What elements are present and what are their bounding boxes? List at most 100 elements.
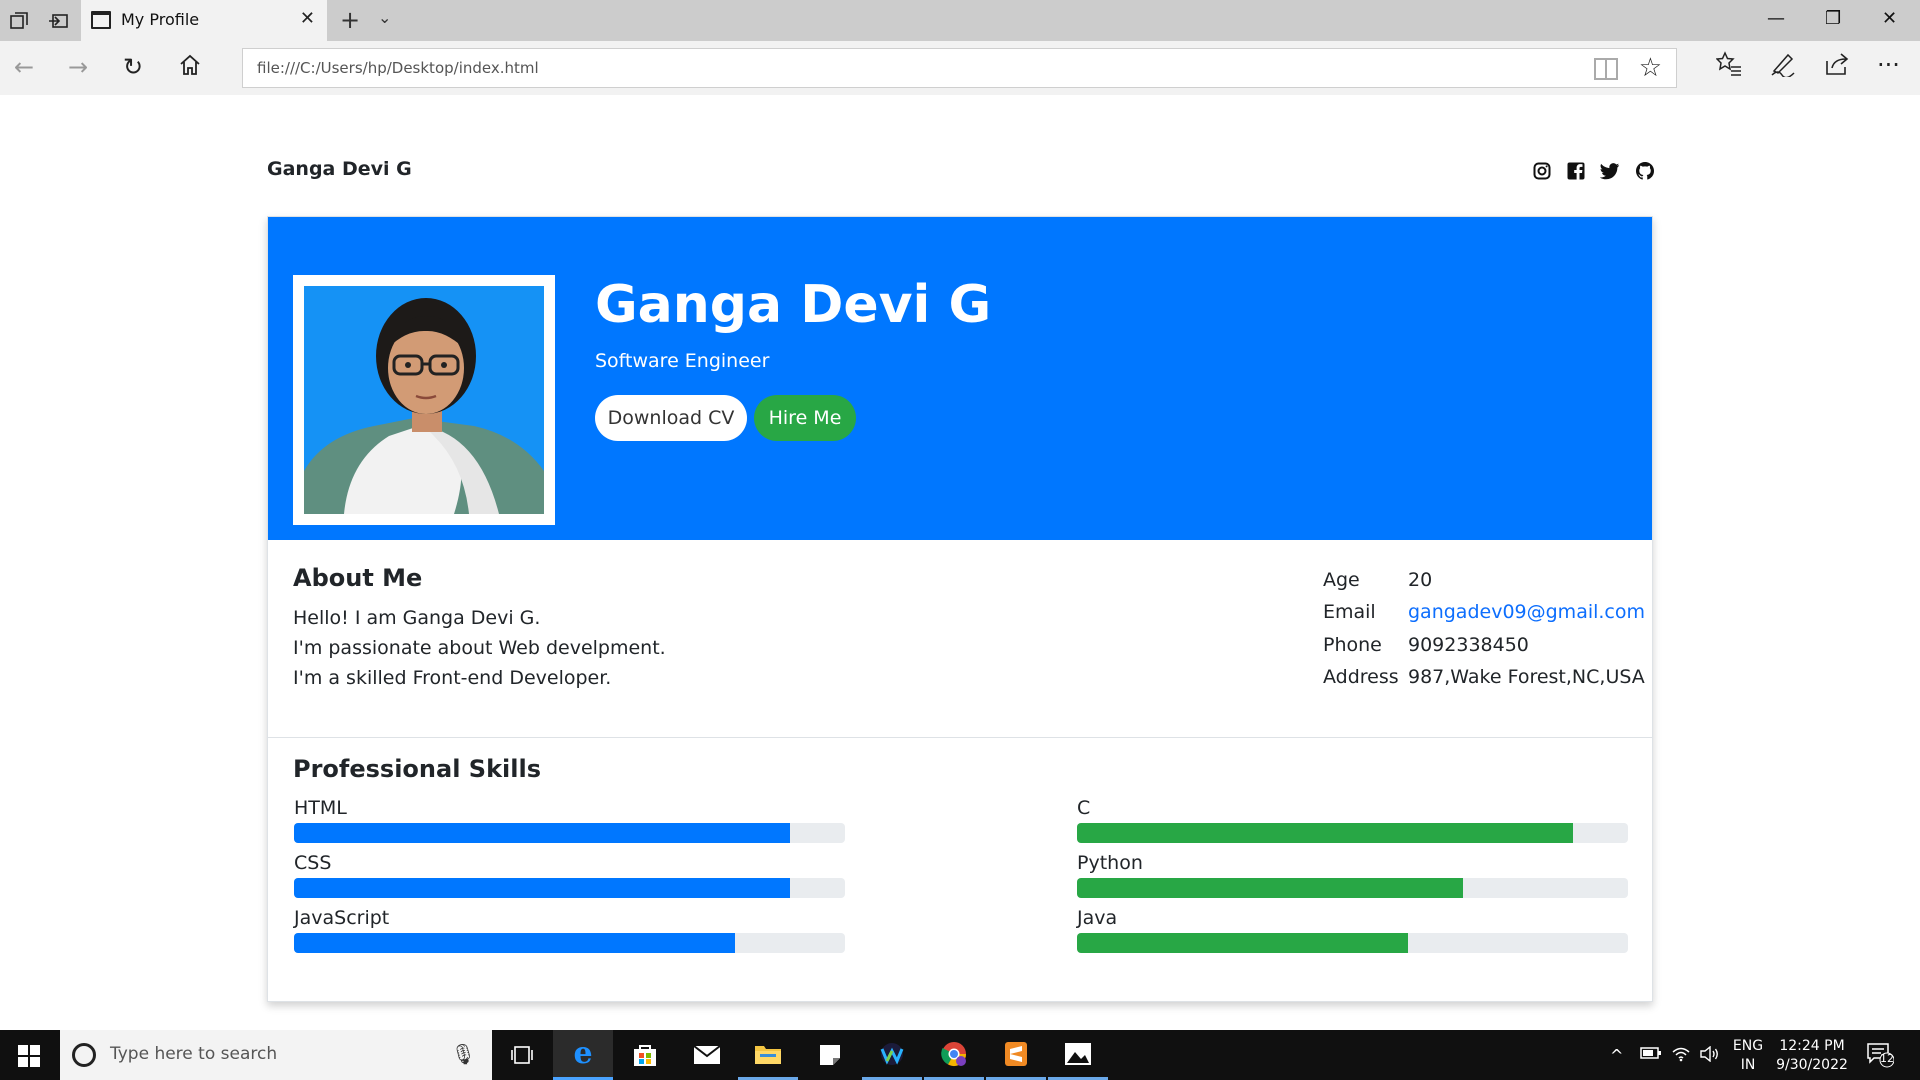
skill-progress-fill <box>294 878 790 898</box>
skills-title: Professional Skills <box>293 755 541 783</box>
skill-progress-bar <box>1077 878 1628 898</box>
notification-count: 12 <box>1880 1052 1894 1065</box>
windows-taskbar: Type here to search 🎙 e ^ ENG IN 12:24 P… <box>0 1030 1920 1080</box>
region-code: IN <box>1740 1057 1756 1073</box>
favorites-hub-icon[interactable] <box>1715 51 1742 83</box>
url-text[interactable]: file:///C:/Users/hp/Desktop/index.html <box>257 59 539 77</box>
skill-label: C <box>1077 797 1091 819</box>
volume-icon[interactable] <box>1700 1045 1720 1066</box>
navbar-brand[interactable]: Ganga Devi G <box>267 158 412 180</box>
tab-my-profile[interactable]: My Profile ✕ <box>81 0 327 41</box>
input-language-indicator[interactable]: ENG IN <box>1728 1037 1768 1075</box>
email-link[interactable]: gangadev09@gmail.com <box>1408 601 1645 623</box>
about-title: About Me <box>293 564 423 592</box>
home-icon[interactable] <box>178 53 202 83</box>
about-line: I'm a skilled Front-end Developer. <box>293 667 612 689</box>
instagram-icon[interactable] <box>1531 160 1553 182</box>
skill-label: HTML <box>294 797 347 819</box>
skill-label: Java <box>1077 907 1118 929</box>
about-line: I'm passionate about Web develpment. <box>293 637 666 659</box>
skill-label: Python <box>1077 852 1143 874</box>
battery-icon[interactable] <box>1640 1046 1662 1064</box>
new-tab-button[interactable]: + <box>340 6 360 34</box>
store-icon[interactable] <box>615 1030 675 1080</box>
file-explorer-icon[interactable] <box>738 1030 798 1080</box>
skill-label: CSS <box>294 852 332 874</box>
more-options-icon[interactable]: ··· <box>1877 51 1900 79</box>
close-window-button[interactable]: ✕ <box>1882 8 1897 29</box>
minimize-button[interactable]: — <box>1767 8 1785 29</box>
sublime-text-icon[interactable] <box>986 1030 1046 1080</box>
skill-progress-fill <box>294 823 790 843</box>
refresh-icon[interactable]: ↻ <box>123 53 143 81</box>
hero-section: Ganga Devi G Software Engineer Download … <box>268 217 1652 540</box>
task-view-icon[interactable] <box>492 1030 552 1080</box>
cortana-icon[interactable] <box>72 1043 96 1067</box>
info-value-phone: 9092338450 <box>1408 634 1529 656</box>
facebook-icon[interactable] <box>1565 160 1587 182</box>
address-bar[interactable]: file:///C:/Users/hp/Desktop/index.html ☆ <box>242 48 1677 88</box>
info-label-age: Age <box>1323 569 1360 591</box>
restore-button[interactable]: ❐ <box>1825 8 1841 29</box>
sticky-notes-icon[interactable] <box>800 1030 860 1080</box>
microphone-icon[interactable]: 🎙 <box>451 1042 476 1066</box>
skill-progress-fill <box>294 933 735 953</box>
tab-strip: My Profile ✕ + ⌄ — ❐ ✕ <box>0 0 1920 41</box>
reading-view-icon[interactable] <box>1594 58 1618 80</box>
skill-label: JavaScript <box>294 907 390 929</box>
search-placeholder: Type here to search <box>110 1044 278 1064</box>
photos-icon[interactable] <box>1048 1030 1108 1080</box>
web-notes-pen-icon[interactable] <box>1770 51 1796 83</box>
tab-actions-icon[interactable] <box>9 11 29 31</box>
skill-progress-bar <box>294 933 845 953</box>
hero-name: Ganga Devi G <box>595 275 992 335</box>
mail-icon[interactable] <box>677 1030 737 1080</box>
info-value-age: 20 <box>1408 569 1433 591</box>
skill-progress-bar <box>294 878 845 898</box>
tab-close-icon[interactable]: ✕ <box>300 8 315 29</box>
clock-date: 9/30/2022 <box>1776 1057 1848 1073</box>
wifi-icon[interactable] <box>1672 1046 1690 1066</box>
back-arrow-icon[interactable]: ← <box>14 53 34 81</box>
taskbar-clock[interactable]: 12:24 PM 9/30/2022 <box>1772 1037 1852 1075</box>
profile-photo-frame <box>293 275 555 525</box>
webex-icon[interactable] <box>862 1030 922 1080</box>
navigation-bar: ← → ↻ file:///C:/Users/hp/Desktop/index.… <box>0 41 1920 95</box>
info-label-email: Email <box>1323 601 1376 623</box>
about-line: Hello! I am Ganga Devi G. <box>293 607 541 629</box>
skill-progress-fill <box>1077 933 1408 953</box>
hire-me-button[interactable]: Hire Me <box>754 395 856 441</box>
profile-card: Ganga Devi G Software Engineer Download … <box>267 216 1653 1002</box>
edge-browser-icon[interactable]: e <box>553 1030 613 1080</box>
page-content: Ganga Devi G Ganga Devi G Software Engin… <box>0 95 1920 1030</box>
share-icon[interactable] <box>1824 51 1850 83</box>
github-icon[interactable] <box>1634 160 1656 182</box>
download-cv-button[interactable]: Download CV <box>595 395 747 441</box>
windows-start-icon[interactable] <box>18 1045 40 1067</box>
skill-progress-bar <box>1077 823 1628 843</box>
taskbar-search-box[interactable]: Type here to search 🎙 <box>60 1030 492 1080</box>
skill-progress-bar <box>1077 933 1628 953</box>
twitter-icon[interactable] <box>1599 160 1621 182</box>
hero-role: Software Engineer <box>595 350 770 372</box>
profile-photo <box>304 286 544 514</box>
forward-arrow-icon[interactable]: → <box>68 53 88 81</box>
skill-progress-bar <box>294 823 845 843</box>
language-code: ENG <box>1732 1038 1764 1054</box>
skills-section: Professional Skills HTML CSS JavaScript … <box>268 738 1652 1001</box>
info-label-phone: Phone <box>1323 634 1382 656</box>
info-value-address: 987,Wake Forest,NC,USA <box>1408 666 1645 688</box>
skill-progress-fill <box>1077 878 1463 898</box>
chrome-icon[interactable] <box>924 1030 984 1080</box>
show-hidden-icons-chevron-icon[interactable]: ^ <box>1610 1046 1623 1065</box>
info-label-address: Address <box>1323 666 1399 688</box>
clock-time: 12:24 PM <box>1779 1038 1845 1054</box>
about-section: About Me Hello! I am Ganga Devi G. I'm p… <box>268 540 1652 738</box>
page-icon <box>91 11 111 29</box>
action-center-icon[interactable]: 12 <box>1866 1042 1895 1072</box>
favorite-star-icon[interactable]: ☆ <box>1639 53 1662 83</box>
tab-title: My Profile <box>121 10 200 29</box>
set-aside-tabs-icon[interactable] <box>48 11 68 31</box>
tab-preview-chevron-icon[interactable]: ⌄ <box>378 8 391 27</box>
skill-progress-fill <box>1077 823 1573 843</box>
